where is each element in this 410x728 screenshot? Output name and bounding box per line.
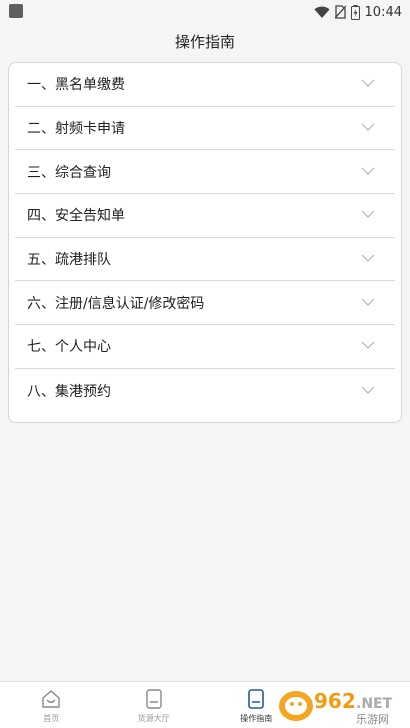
wifi-icon	[314, 6, 330, 18]
chevron-down-icon	[361, 342, 375, 350]
chevron-down-icon	[361, 254, 375, 262]
status-bar: 10:44	[0, 0, 410, 24]
tab-label: 首页	[43, 714, 60, 723]
chevron-down-icon	[361, 79, 375, 88]
guide-item-port-appointment[interactable]: 八、集港预约	[15, 369, 395, 413]
guide-list: 一、黑名单缴费 二、射频卡申请 三、综合查询 四、安全告知单 五、疏港排队 六、…	[8, 62, 402, 423]
battery-icon	[350, 4, 360, 20]
guide-item-label: 五、疏港排队	[27, 252, 111, 269]
guide-item-safety-notice[interactable]: 四、安全告知单	[15, 194, 395, 238]
tab-cargo-hall[interactable]: 货源大厅	[103, 682, 206, 728]
guide-item-port-queue[interactable]: 五、疏港排队	[15, 238, 395, 282]
guide-item-label: 一、黑名单缴费	[27, 77, 125, 94]
guide-item-label: 三、综合查询	[27, 164, 111, 181]
guide-item-registration[interactable]: 六、注册/信息认证/修改密码	[15, 281, 395, 326]
chevron-down-icon	[361, 167, 375, 175]
guide-item-comprehensive-query[interactable]: 三、综合查询	[15, 150, 395, 195]
home-icon	[42, 690, 60, 708]
document-icon	[146, 689, 162, 709]
tab-home[interactable]: 首页	[0, 682, 103, 728]
chevron-down-icon	[361, 298, 375, 306]
chevron-down-icon	[361, 210, 375, 219]
guide-item-rf-card-application[interactable]: 二、射频卡申请	[15, 107, 395, 151]
chevron-down-icon	[361, 123, 375, 131]
svg-text:乐游网: 乐游网	[356, 713, 389, 726]
guide-item-blacklist-payment[interactable]: 一、黑名单缴费	[15, 63, 395, 107]
notification-icon	[9, 4, 23, 18]
guide-item-label: 七、个人中心	[27, 339, 111, 356]
guide-item-label: 六、注册/信息认证/修改密码	[27, 295, 205, 312]
guide-item-label: 二、射频卡申请	[27, 121, 125, 138]
guide-icon	[248, 689, 265, 709]
svg-text:.NET: .NET	[356, 696, 393, 712]
status-time: 10:44	[364, 4, 402, 20]
watermark-logo: 962 .NET 乐游网	[279, 689, 393, 726]
tab-label: 货源大厅	[137, 714, 170, 723]
page-title: 操作指南	[174, 33, 235, 51]
guide-item-personal-center[interactable]: 七、个人中心	[15, 325, 395, 369]
chevron-down-icon	[361, 386, 375, 394]
status-icons: 10:44	[314, 3, 402, 21]
svg-text:962: 962	[314, 689, 356, 713]
guide-item-label: 四、安全告知单	[27, 208, 125, 225]
tab-label: 操作指南	[240, 714, 273, 723]
no-sim-icon	[334, 5, 346, 19]
guide-item-label: 八、集港预约	[27, 383, 111, 400]
